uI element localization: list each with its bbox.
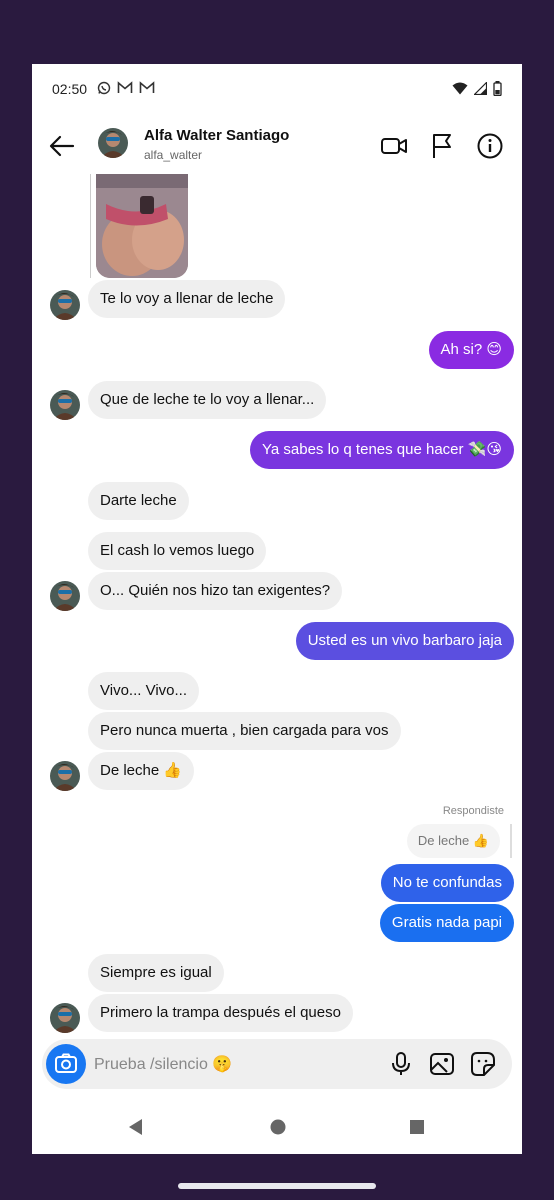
info-icon[interactable]: [476, 132, 504, 160]
message-bubble[interactable]: Te lo voy a llenar de leche: [88, 280, 286, 318]
video-call-icon[interactable]: [380, 132, 408, 160]
message-bubble[interactable]: Ya sabes lo q tenes que hacer 💸😘: [249, 431, 514, 469]
avatar[interactable]: [50, 761, 80, 791]
reply-line: [90, 174, 91, 278]
contact-name[interactable]: Alfa Walter Santiago: [144, 127, 289, 144]
battery-icon: [493, 81, 502, 99]
signal-icon: [473, 81, 488, 98]
reply-label: Respondiste: [442, 805, 504, 817]
gmail-icon: [117, 81, 133, 97]
nav-home-icon[interactable]: [269, 1118, 287, 1141]
message-composer[interactable]: Prueba /silencio 🤫: [42, 1039, 512, 1089]
message-bubble[interactable]: Ah si? 😊: [428, 331, 514, 369]
nav-recents-icon[interactable]: [408, 1118, 426, 1141]
nav-back-icon[interactable]: [127, 1118, 145, 1141]
avatar[interactable]: [50, 1003, 80, 1033]
chat-header: Alfa Walter Santiago alfa_walter: [32, 122, 522, 172]
navigation-bar: [32, 1104, 522, 1154]
message-bubble[interactable]: Gratis nada papi: [379, 904, 514, 942]
shared-photo[interactable]: [96, 174, 188, 278]
message-bubble[interactable]: El cash lo vemos luego: [88, 532, 267, 570]
gallery-icon[interactable]: [429, 1051, 455, 1077]
avatar[interactable]: [50, 390, 80, 420]
reply-line: [510, 824, 512, 858]
avatar[interactable]: [98, 128, 128, 158]
avatar[interactable]: [50, 290, 80, 320]
message-bubble[interactable]: De leche 👍: [88, 752, 195, 790]
message-bubble[interactable]: Siempre es igual: [88, 954, 224, 992]
contact-username[interactable]: alfa_walter: [144, 148, 202, 162]
message-bubble[interactable]: Primero la trampa después el queso: [88, 994, 353, 1032]
status-bar: 02:50: [32, 64, 522, 114]
back-arrow-icon[interactable]: [48, 132, 76, 160]
avatar[interactable]: [50, 581, 80, 611]
microphone-icon[interactable]: [388, 1051, 414, 1077]
message-bubble[interactable]: Pero nunca muerta , bien cargada para vo…: [88, 712, 401, 750]
phone-screen: 02:50 Alfa Walter Santiago alfa_walter T…: [32, 64, 522, 1154]
status-time: 02:50: [52, 81, 88, 97]
wifi-icon: [452, 82, 468, 98]
message-bubble[interactable]: O... Quién nos hizo tan exigentes?: [88, 572, 343, 610]
camera-icon[interactable]: [46, 1044, 86, 1084]
replied-message-quote[interactable]: De leche 👍: [406, 824, 500, 858]
sticker-icon[interactable]: [470, 1051, 496, 1077]
message-bubble[interactable]: Usted es un vivo barbaro jaja: [295, 622, 514, 660]
message-input[interactable]: Prueba /silencio 🤫: [94, 1054, 232, 1074]
message-bubble[interactable]: Darte leche: [88, 482, 189, 520]
home-indicator[interactable]: [178, 1183, 376, 1189]
whatsapp-icon: [97, 81, 111, 98]
message-bubble[interactable]: No te confundas: [380, 864, 514, 902]
flag-icon[interactable]: [428, 132, 456, 160]
gmail-icon: [139, 81, 155, 97]
message-bubble[interactable]: Que de leche te lo voy a llenar...: [88, 381, 327, 419]
message-bubble[interactable]: Vivo... Vivo...: [88, 672, 199, 710]
